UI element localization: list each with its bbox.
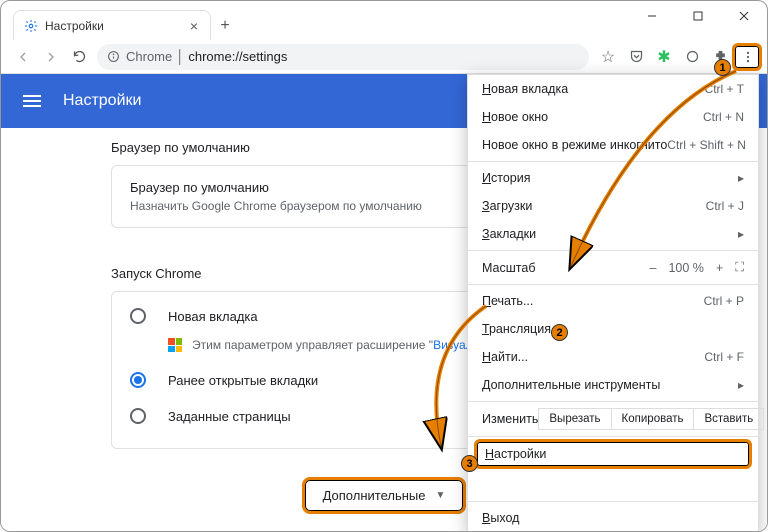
hamburger-menu-icon[interactable] <box>23 92 41 110</box>
window-close-button[interactable] <box>721 1 767 31</box>
menu-settings[interactable]: Настройки <box>474 439 752 469</box>
annotation-badge-1: 1 <box>714 59 731 76</box>
fullscreen-icon[interactable]: ⛶ <box>735 260 744 275</box>
gear-icon <box>24 19 38 33</box>
nav-reload-button[interactable] <box>65 43 93 71</box>
new-tab-button[interactable]: + <box>211 12 239 40</box>
annotation-badge-3: 3 <box>461 455 478 472</box>
radio-checked-icon <box>130 372 146 388</box>
menu-downloads[interactable]: ЗагрузкиCtrl + J <box>468 192 758 220</box>
radio-icon <box>130 408 146 424</box>
menu-new-tab[interactable]: ННовая вкладкаовая вкладкаCtrl + T <box>468 75 758 103</box>
menu-bookmarks[interactable]: Закладки▸ <box>468 220 758 248</box>
nav-forward-button <box>37 43 65 71</box>
chevron-down-icon: ▼ <box>436 490 446 501</box>
menu-find[interactable]: Найти...Ctrl + F <box>468 343 758 371</box>
microsoft-icon <box>168 338 182 352</box>
star-bookmark-icon[interactable]: ☆ <box>597 46 619 68</box>
radio-icon <box>130 308 146 324</box>
menu-help[interactable]: Справка <box>468 471 758 499</box>
menu-print[interactable]: Печать...Ctrl + P <box>468 287 758 315</box>
menu-zoom: Масштаб – 100 % + ⛶ <box>468 253 758 282</box>
chevron-right-icon: ▸ <box>738 227 744 241</box>
tab-title: Настройки <box>45 19 188 33</box>
info-icon <box>107 50 120 63</box>
addr-url: chrome://settings <box>188 49 287 64</box>
menu-new-window[interactable]: Новое окноCtrl + N <box>468 103 758 131</box>
menu-more-tools[interactable]: Дополнительные инструменты▸ <box>468 371 758 399</box>
menu-paste[interactable]: Вставить <box>694 409 763 429</box>
zoom-value: 100 % <box>668 261 703 275</box>
address-bar[interactable]: Chrome │ chrome://settings <box>97 44 589 70</box>
extension-icon[interactable] <box>681 46 703 68</box>
browser-tab-settings[interactable]: Настройки × <box>13 10 211 40</box>
zoom-in-button[interactable]: + <box>716 261 723 275</box>
nav-back-button[interactable] <box>9 43 37 71</box>
close-tab-icon[interactable]: × <box>188 18 200 34</box>
browser-main-menu: ННовая вкладкаовая вкладкаCtrl + T Новое… <box>467 74 759 532</box>
settings-title: Настройки <box>63 92 141 110</box>
advanced-button[interactable]: Дополнительные ▼ <box>302 477 467 514</box>
chevron-right-icon: ▸ <box>738 378 744 392</box>
kebab-menu-icon[interactable] <box>737 46 759 68</box>
window-maximize-button[interactable] <box>675 1 721 31</box>
zoom-out-button[interactable]: – <box>650 261 657 275</box>
menu-edit-row: Изменить Вырезать Копировать Вставить <box>468 404 758 434</box>
window-minimize-button[interactable] <box>629 1 675 31</box>
menu-cut[interactable]: Вырезать <box>539 409 611 429</box>
chevron-right-icon: ▸ <box>738 171 744 185</box>
pocket-icon[interactable] <box>625 46 647 68</box>
menu-history[interactable]: История▸ <box>468 164 758 192</box>
menu-cast[interactable]: Трансляция... <box>468 315 758 343</box>
menu-exit[interactable]: Выход <box>468 504 758 532</box>
evernote-icon[interactable]: ✱ <box>653 46 675 68</box>
menu-incognito[interactable]: Новое окно в режиме инкогнитоCtrl + Shif… <box>468 131 758 159</box>
addr-origin-chip: Chrome <box>126 49 172 64</box>
annotation-badge-2: 2 <box>551 324 568 341</box>
menu-copy[interactable]: Копировать <box>612 409 695 429</box>
